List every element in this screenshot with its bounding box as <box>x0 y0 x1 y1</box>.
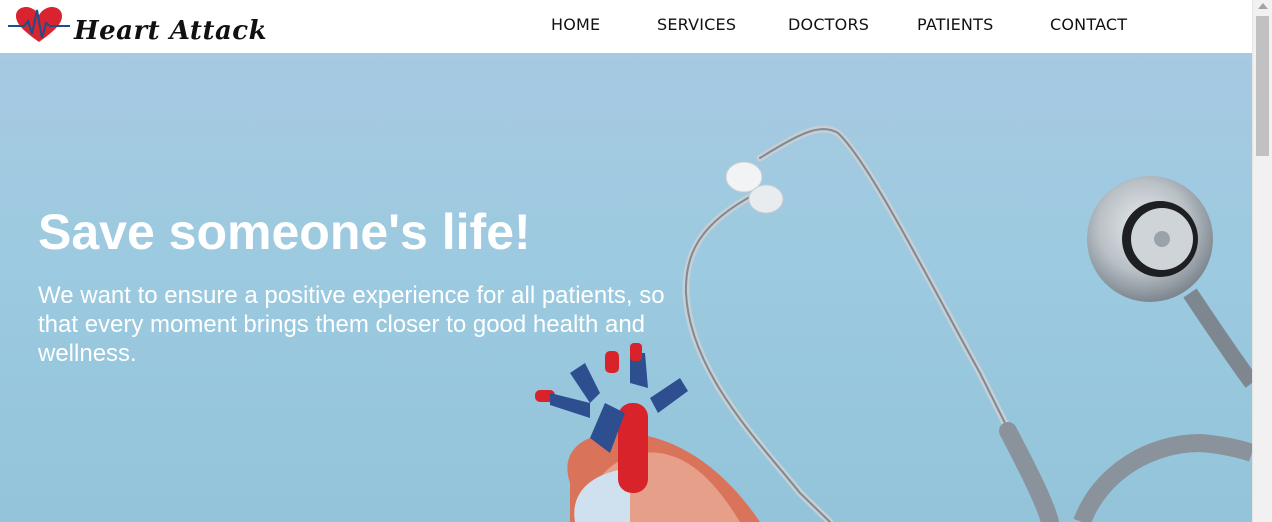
main-nav: HOME SERVICES DOCTORS PATIENTS CONTACT <box>0 0 1252 53</box>
nav-patients[interactable]: PATIENTS <box>917 15 993 34</box>
nav-doctors[interactable]: DOCTORS <box>788 15 869 34</box>
nav-contact[interactable]: CONTACT <box>1050 15 1127 34</box>
scroll-up-icon[interactable] <box>1258 3 1268 9</box>
site-header: Heart Attack HOME SERVICES DOCTORS PATIE… <box>0 0 1252 53</box>
heart-model <box>535 343 760 522</box>
scrollbar[interactable] <box>1252 0 1272 522</box>
hero-description: We want to ensure a positive experience … <box>38 282 665 367</box>
hero-banner: Save someone's life! We want to ensure a… <box>0 53 1252 522</box>
hero-title: Save someone's life! <box>38 204 531 260</box>
nav-services[interactable]: SERVICES <box>657 15 736 34</box>
nav-home[interactable]: HOME <box>551 15 600 34</box>
scroll-thumb[interactable] <box>1256 16 1269 156</box>
